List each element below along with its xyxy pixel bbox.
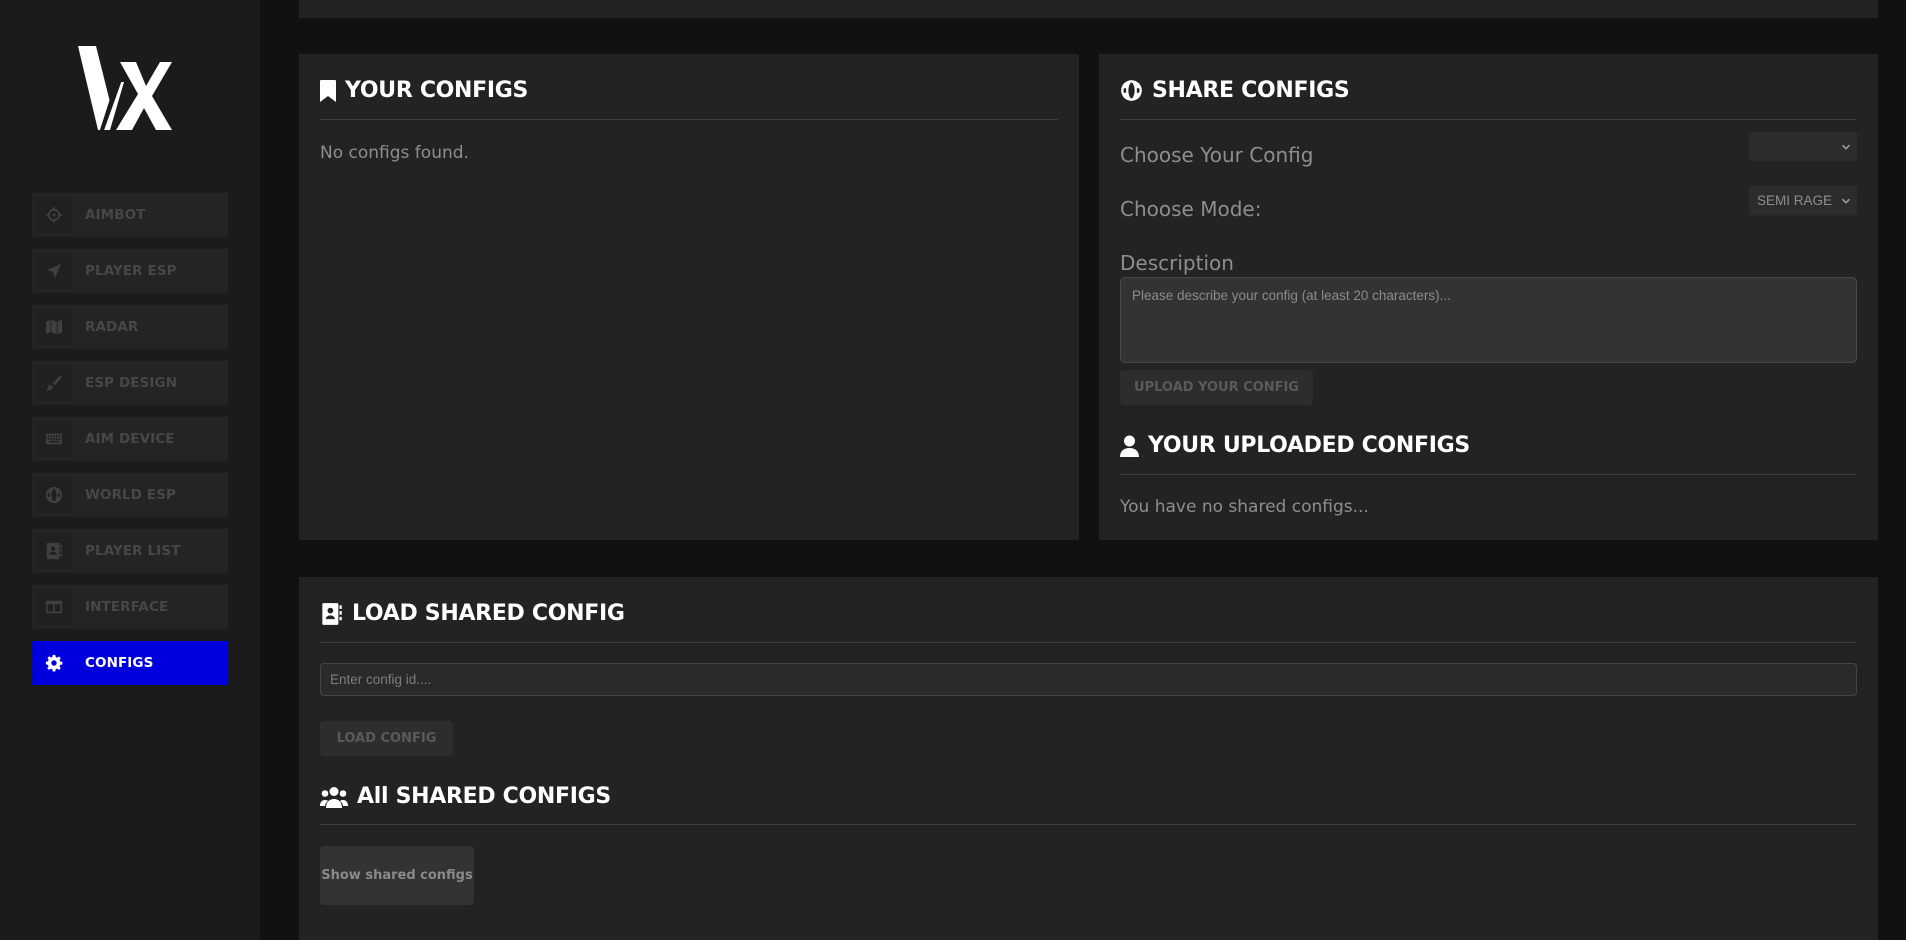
sidebar-item-configs[interactable]: CONFIGS [32,641,228,685]
description-textarea[interactable]: Please describe your config (at least 20… [1120,277,1857,363]
crosshair-icon [36,197,72,233]
upload-config-button[interactable]: UPLOAD YOUR CONFIG [1120,370,1313,405]
sidebar-item-radar[interactable]: RADAR [32,305,228,349]
your-configs-panel: YOUR CONFIGS No configs found. [299,54,1079,540]
chevron-down-icon [1841,198,1851,204]
divider [320,824,1857,825]
share-configs-panel: SHARE CONFIGS Choose Your Config Choose … [1099,54,1878,540]
window-icon [36,589,72,625]
globe-icon [1121,80,1142,101]
your-configs-heading: YOUR CONFIGS [320,78,528,103]
all-shared-title: All SHARED CONFIGS [357,784,611,809]
sidebar-item-label: INTERFACE [85,599,169,615]
choose-mode-select[interactable]: SEMI RAGE [1748,185,1858,216]
choose-config-label: Choose Your Config [1120,143,1314,167]
top-panel-strip [299,0,1878,18]
choose-mode-value: SEMI RAGE [1757,193,1833,208]
description-label: Description [1120,251,1234,275]
paintbrush-icon [36,365,72,401]
sidebar-item-label: ESP DESIGN [85,375,178,391]
sidebar: AIMBOT PLAYER ESP RADAR ESP DESIGN AIM D… [0,0,260,940]
user-icon [1120,435,1139,457]
sidebar-nav: AIMBOT PLAYER ESP RADAR ESP DESIGN AIM D… [32,193,228,697]
no-shared-configs-text: You have no shared configs... [1120,497,1369,517]
share-configs-heading: SHARE CONFIGS [1120,78,1350,103]
sidebar-item-world-esp[interactable]: WORLD ESP [32,473,228,517]
load-shared-heading: LOAD SHARED CONFIG [320,601,625,626]
sidebar-item-interface[interactable]: INTERFACE [32,585,228,629]
sidebar-item-player-esp[interactable]: PLAYER ESP [32,249,228,293]
bookmark-icon [320,79,336,102]
load-shared-title: LOAD SHARED CONFIG [352,601,625,626]
sidebar-item-aimbot[interactable]: AIMBOT [32,193,228,237]
location-arrow-icon [36,253,72,289]
divider [1120,474,1857,475]
divider [1120,119,1857,120]
address-book-icon [322,602,342,625]
sidebar-item-label: WORLD ESP [85,487,177,503]
your-configs-title: YOUR CONFIGS [345,78,529,103]
users-icon [320,786,348,808]
map-icon [36,309,72,345]
sidebar-item-esp-design[interactable]: ESP DESIGN [32,361,228,405]
sidebar-item-label: RADAR [85,319,139,335]
globe-icon [36,477,72,513]
address-book-icon [36,533,72,569]
chevron-down-icon [1841,144,1851,150]
uploaded-configs-title: YOUR UPLOADED CONFIGS [1148,433,1470,458]
sidebar-item-label: CONFIGS [85,655,154,671]
config-id-input[interactable]: Enter config id.... [320,663,1857,696]
gear-icon [36,645,72,681]
divider [320,119,1058,120]
sidebar-item-label: PLAYER LIST [85,543,181,559]
load-shared-panel: LOAD SHARED CONFIG Enter config id.... L… [299,577,1878,940]
sidebar-item-label: PLAYER ESP [85,263,177,279]
load-config-button[interactable]: LOAD CONFIG [320,721,453,756]
vx-logo [78,46,172,136]
sidebar-item-player-list[interactable]: PLAYER LIST [32,529,228,573]
choose-config-select[interactable] [1748,131,1858,162]
share-configs-title: SHARE CONFIGS [1152,78,1350,103]
sidebar-item-aim-device[interactable]: AIM DEVICE [32,417,228,461]
all-shared-heading: All SHARED CONFIGS [320,784,611,809]
choose-mode-label: Choose Mode: [1120,197,1262,221]
show-shared-configs-button[interactable]: Show shared configs [320,846,474,905]
sidebar-item-label: AIM DEVICE [85,431,175,447]
sidebar-item-label: AIMBOT [85,207,146,223]
uploaded-configs-heading: YOUR UPLOADED CONFIGS [1120,433,1470,458]
divider [320,642,1857,643]
no-configs-text: No configs found. [320,143,469,163]
keyboard-icon [36,421,72,457]
